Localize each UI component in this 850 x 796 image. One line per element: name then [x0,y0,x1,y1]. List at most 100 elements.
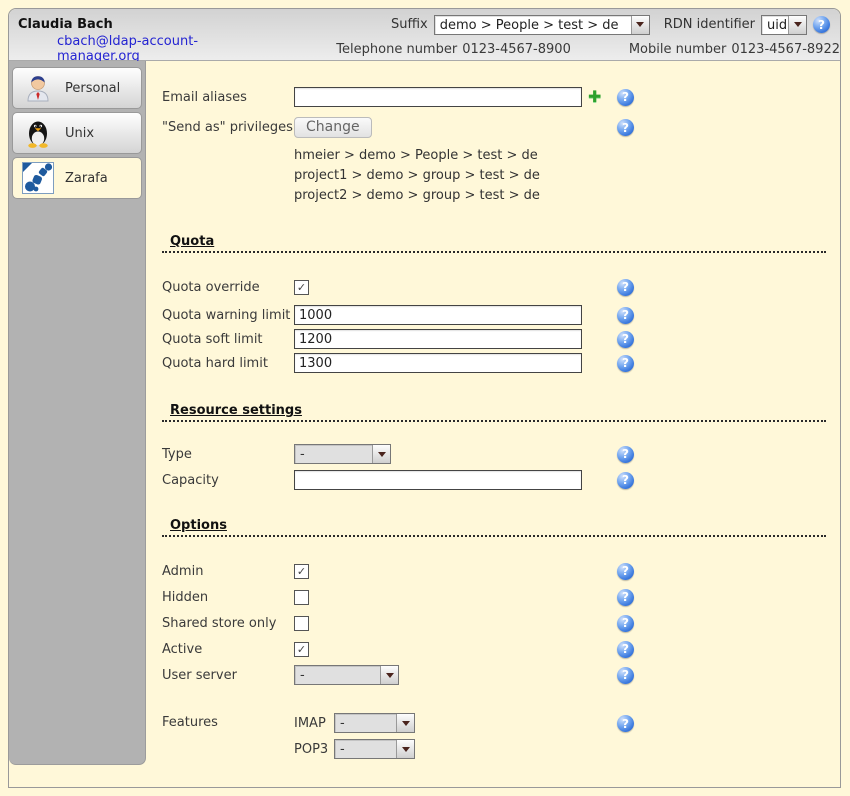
quota-hard-row: Quota hard limit ? [162,353,826,373]
user-server-select[interactable]: - [294,665,399,685]
help-icon[interactable]: ? [617,355,634,372]
email-aliases-label: Email aliases [162,90,294,105]
email-aliases-input[interactable] [294,87,582,107]
capacity-label: Capacity [162,473,294,488]
help-icon[interactable]: ? [617,307,634,324]
tab-label: Unix [65,126,94,141]
quota-soft-label: Quota soft limit [162,332,294,347]
capacity-row: Capacity ? [162,470,826,490]
mobile-value: 0123-4567-8922 [731,42,840,57]
quota-override-label: Quota override [162,280,294,295]
tab-label: Personal [65,81,120,96]
active-checkbox[interactable] [294,642,309,657]
features-label: Features [162,713,294,730]
imap-select[interactable]: - [334,713,415,733]
resource-type-select[interactable]: - [294,444,391,464]
send-as-entries: hmeier > demo > People > test > de proje… [294,146,826,206]
features-row: Features IMAP - POP3 - [162,713,826,759]
help-icon[interactable]: ? [617,89,634,106]
telephone-field: Telephone number 0123-4567-8900 [336,42,571,57]
help-icon[interactable]: ? [617,641,634,658]
zarafa-logo-icon [22,162,54,194]
tab-personal[interactable]: Personal [12,67,142,109]
active-label: Active [162,642,294,657]
add-icon[interactable]: ✚ [588,89,601,105]
send-as-label: "Send as" privileges [162,120,294,135]
user-server-row: User server - ? [162,665,826,685]
admin-checkbox[interactable] [294,564,309,579]
resource-section-title: Resource settings [162,403,826,422]
send-as-entry: hmeier > demo > People > test > de [294,146,826,166]
tux-penguin-icon [22,117,54,149]
help-icon[interactable]: ? [617,446,634,463]
user-server-label: User server [162,668,294,683]
help-icon[interactable]: ? [813,16,830,33]
shared-store-only-checkbox[interactable] [294,616,309,631]
shared-store-only-row: Shared store only ? [162,613,826,633]
tab-zarafa[interactable]: Zarafa [12,157,142,199]
help-icon[interactable]: ? [617,563,634,580]
send-as-row: "Send as" privileges Change ? [162,117,826,138]
quota-warning-input[interactable] [294,305,582,325]
help-icon[interactable]: ? [617,589,634,606]
sidebar-panel: Personal Unix [9,61,146,765]
account-header: Claudia Bach Suffix demo > People > test… [9,9,840,61]
change-button[interactable]: Change [294,117,372,138]
send-as-entry: project2 > demo > group > test > de [294,186,826,206]
hidden-checkbox[interactable] [294,590,309,605]
suffix-label: Suffix [391,17,428,32]
telephone-label: Telephone number [336,42,457,57]
pop3-select[interactable]: - [334,739,415,759]
help-icon[interactable]: ? [617,331,634,348]
quota-hard-input[interactable] [294,353,582,373]
send-as-entry: project1 > demo > group > test > de [294,166,826,186]
quota-soft-row: Quota soft limit ? [162,329,826,349]
help-icon[interactable]: ? [617,667,634,684]
email-aliases-row: Email aliases ✚ ? [162,87,826,107]
mobile-label: Mobile number [629,42,727,57]
dropdown-arrow-icon [631,16,649,34]
zarafa-settings-form: Email aliases ✚ ? "Send as" privileges C… [146,61,840,788]
quota-hard-label: Quota hard limit [162,356,294,371]
account-email-link[interactable]: cbach@ldap-account-manager.org [57,34,278,64]
capacity-input[interactable] [294,470,582,490]
dropdown-arrow-icon [396,714,414,732]
telephone-value: 0123-4567-8900 [462,42,571,57]
resource-type-row: Type - ? [162,444,826,464]
hidden-row: Hidden ? [162,587,826,607]
options-section-title: Options [162,518,826,537]
shared-store-only-label: Shared store only [162,616,294,631]
admin-label: Admin [162,564,294,579]
dropdown-arrow-icon [396,740,414,758]
pop3-label: POP3 [294,742,334,757]
imap-row: IMAP - [294,713,415,733]
quota-override-checkbox[interactable] [294,280,309,295]
account-title: Claudia Bach [18,17,113,32]
quota-warning-label: Quota warning limit [162,308,294,323]
quota-section-title: Quota [162,234,826,253]
dropdown-arrow-icon [788,16,806,34]
admin-row: Admin ? [162,561,826,581]
sidebar: Personal Unix [9,61,146,788]
mobile-field: Mobile number 0123-4567-8922 [629,42,840,57]
help-icon[interactable]: ? [617,615,634,632]
quota-soft-input[interactable] [294,329,582,349]
help-icon[interactable]: ? [617,715,634,732]
rdn-identifier-label: RDN identifier [664,17,755,32]
lam-account-window: Claudia Bach Suffix demo > People > test… [8,8,841,788]
rdn-identifier-select[interactable]: uid [761,15,807,35]
hidden-label: Hidden [162,590,294,605]
tab-unix[interactable]: Unix [12,112,142,154]
dropdown-arrow-icon [380,666,398,684]
dropdown-arrow-icon [372,445,390,463]
imap-label: IMAP [294,716,334,731]
quota-override-row: Quota override ? [162,277,826,297]
header-row-2: cbach@ldap-account-manager.org Telephone… [9,38,840,60]
pop3-row: POP3 - [294,739,415,759]
help-icon[interactable]: ? [617,472,634,489]
suffix-select[interactable]: demo > People > test > de [434,15,650,35]
person-avatar-icon [22,72,54,104]
tab-label: Zarafa [65,171,108,186]
help-icon[interactable]: ? [617,279,634,296]
help-icon[interactable]: ? [617,119,634,136]
